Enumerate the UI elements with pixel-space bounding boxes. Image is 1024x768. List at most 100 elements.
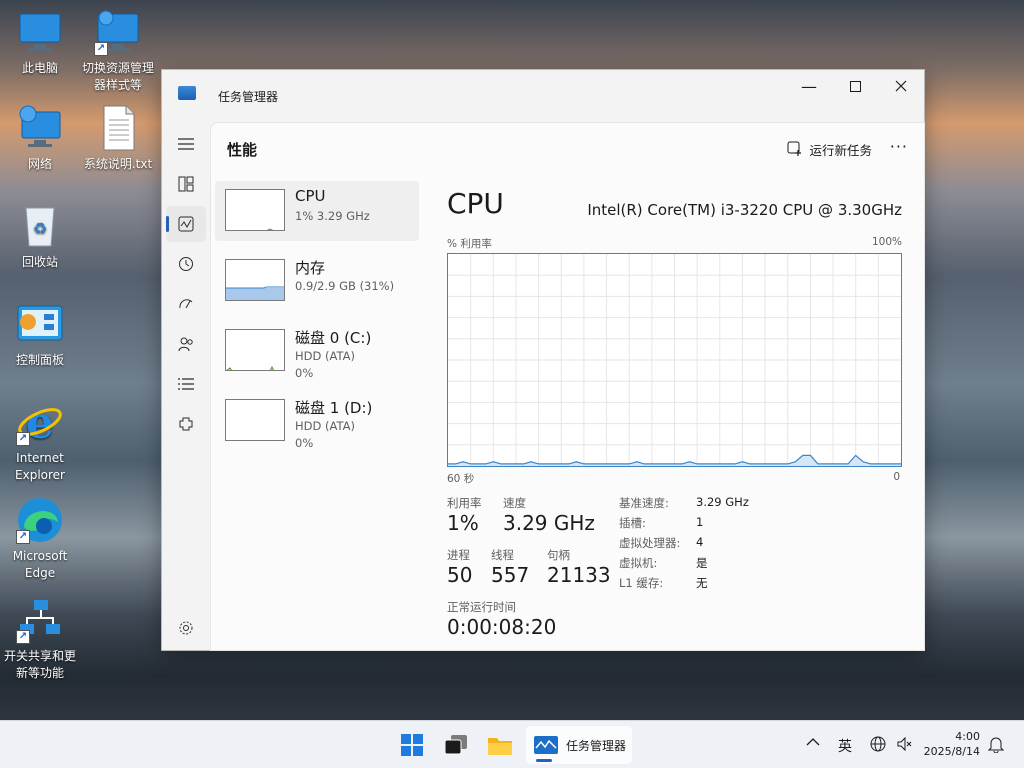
cpu-utilization-graph bbox=[447, 253, 902, 467]
details-icon bbox=[178, 378, 194, 390]
svg-text:♻: ♻ bbox=[33, 219, 47, 238]
startup-icon bbox=[179, 299, 193, 309]
more-options-button[interactable]: ··· bbox=[890, 137, 908, 156]
desktop-icon-sharing[interactable]: ↗ 开关共享和更新等功能 bbox=[0, 596, 80, 682]
x-axis-right: 0 bbox=[893, 471, 900, 483]
nav-app-history[interactable] bbox=[166, 246, 206, 282]
input-method-indicator[interactable]: 英 bbox=[838, 736, 852, 756]
desktop-icon-label: 控制面板 bbox=[15, 353, 64, 367]
perf-item-usage: 0% bbox=[295, 366, 314, 380]
nav-performance[interactable] bbox=[166, 206, 206, 242]
computer-icon bbox=[16, 8, 64, 56]
network-status-button[interactable] bbox=[870, 736, 886, 756]
cpu-model: Intel(R) Core(TM) i3-3220 CPU @ 3.30GHz bbox=[587, 201, 902, 219]
spec-sockets-key: 插槽: bbox=[619, 516, 646, 530]
spec-sockets-value: 1 bbox=[696, 515, 704, 529]
show-hidden-icons-button[interactable] bbox=[806, 735, 820, 751]
speed-value: 3.29 GHz bbox=[503, 511, 595, 535]
nav-startup-apps[interactable] bbox=[166, 286, 206, 322]
perf-item-type: HDD (ATA) bbox=[295, 349, 355, 363]
desktop-icon-network[interactable]: 网络 bbox=[0, 104, 80, 173]
perf-item-disk-0[interactable]: 磁盘 0 (C:) HDD (ATA) 0% bbox=[215, 321, 419, 381]
perf-item-name: 磁盘 1 (D:) bbox=[295, 399, 373, 417]
desktop-icon-edge[interactable]: ↗ Microsoft Edge bbox=[0, 496, 80, 582]
perf-item-usage: 0% bbox=[295, 436, 314, 450]
shortcut-arrow-icon: ↗ bbox=[16, 630, 30, 644]
perf-item-name: CPU bbox=[295, 187, 326, 205]
taskbar-app-task-manager[interactable]: 任务管理器 bbox=[526, 726, 632, 764]
windows-logo-icon bbox=[401, 734, 423, 756]
history-icon bbox=[179, 257, 193, 271]
desktop-icon-explorer-style[interactable]: ↗ 切换资源管理器样式等 bbox=[78, 8, 158, 94]
desktop-icon-label: Internet Explorer bbox=[15, 451, 65, 482]
disk0-thumbnail-graph bbox=[225, 329, 285, 371]
detail-title: CPU bbox=[447, 187, 504, 220]
perf-item-disk-1[interactable]: 磁盘 1 (D:) HDD (ATA) 0% bbox=[215, 391, 419, 451]
task-view-button[interactable] bbox=[436, 729, 476, 761]
perf-item-cpu[interactable]: CPU 1% 3.29 GHz bbox=[215, 181, 419, 241]
nav-details[interactable] bbox=[166, 366, 206, 402]
processes-label: 进程 bbox=[447, 548, 470, 562]
nav-users[interactable] bbox=[166, 326, 206, 362]
start-button[interactable] bbox=[392, 729, 432, 761]
volume-button[interactable] bbox=[896, 736, 912, 756]
text-file-icon bbox=[94, 104, 142, 152]
shortcut-arrow-icon: ↗ bbox=[16, 530, 30, 544]
folder-icon bbox=[488, 738, 512, 755]
utilization-label: 利用率 bbox=[447, 496, 482, 510]
title-bar[interactable]: 任务管理器 — bbox=[162, 70, 924, 106]
nav-processes[interactable] bbox=[166, 166, 206, 202]
threads-label: 线程 bbox=[491, 548, 514, 562]
services-icon bbox=[179, 417, 193, 431]
cpu-detail-panel: CPU Intel(R) Core(TM) i3-3220 CPU @ 3.30… bbox=[447, 181, 902, 641]
cpu-thumbnail-graph bbox=[225, 189, 285, 231]
users-icon bbox=[178, 337, 193, 352]
content-header: 性能 运行新任务 ··· bbox=[211, 123, 924, 175]
new-task-icon bbox=[787, 141, 802, 156]
globe-icon bbox=[870, 736, 886, 752]
notification-bell-icon bbox=[987, 737, 1005, 754]
notification-button[interactable] bbox=[987, 735, 1005, 757]
task-view-icon bbox=[445, 735, 467, 755]
perf-item-name: 磁盘 0 (C:) bbox=[295, 329, 372, 347]
perf-item-memory[interactable]: 内存 0.9/2.9 GB (31%) bbox=[215, 251, 419, 311]
clock-time: 4:00 bbox=[955, 730, 980, 743]
settings-button[interactable] bbox=[166, 610, 206, 646]
threads-value: 557 bbox=[491, 563, 530, 587]
processes-icon bbox=[178, 176, 194, 192]
spec-vcpu-key: 虚拟处理器: bbox=[619, 536, 681, 550]
spec-vcpu-value: 4 bbox=[696, 535, 704, 549]
maximize-button[interactable] bbox=[832, 70, 878, 102]
desktop-icon-this-pc[interactable]: 此电脑 bbox=[0, 8, 80, 77]
desktop-icon-readme[interactable]: 系统说明.txt bbox=[78, 104, 158, 173]
desktop-icon-recycle-bin[interactable]: ♻ 回收站 bbox=[0, 202, 80, 271]
close-button[interactable] bbox=[878, 70, 924, 102]
task-manager-logo-icon bbox=[178, 86, 196, 100]
utilization-value: 1% bbox=[447, 511, 479, 535]
network-sharing-icon: ↗ bbox=[16, 596, 64, 644]
desktop-icon-label: Microsoft Edge bbox=[12, 549, 68, 580]
minimize-button[interactable]: — bbox=[786, 70, 832, 102]
speed-label: 速度 bbox=[503, 496, 526, 510]
window-title: 任务管理器 bbox=[218, 90, 279, 104]
disk1-thumbnail-graph bbox=[225, 399, 285, 441]
run-new-task-button[interactable]: 运行新任务 bbox=[787, 137, 872, 161]
desktop-icon-label: 系统说明.txt bbox=[83, 157, 153, 171]
processes-value: 50 bbox=[447, 563, 473, 587]
desktop-icon-label: 此电脑 bbox=[21, 61, 58, 75]
hamburger-menu-button[interactable] bbox=[166, 126, 206, 162]
perf-item-type: HDD (ATA) bbox=[295, 419, 355, 433]
desktop-icon-internet-explorer[interactable]: e ↗ Internet Explorer bbox=[0, 398, 80, 484]
spec-vm-key: 虚拟机: bbox=[619, 556, 658, 570]
perf-item-sub: HDD (ATA) 0% bbox=[295, 348, 355, 382]
memory-thumbnail-graph bbox=[225, 259, 285, 301]
nav-services[interactable] bbox=[166, 406, 206, 442]
shortcut-arrow-icon: ↗ bbox=[94, 42, 108, 56]
file-explorer-button[interactable] bbox=[480, 729, 520, 761]
desktop-icon-control-panel[interactable]: 控制面板 bbox=[0, 300, 80, 369]
spec-base-speed-value: 3.29 GHz bbox=[696, 495, 749, 509]
computer-shortcut-icon: ↗ bbox=[94, 8, 142, 56]
clock[interactable]: 4:00 2025/8/14 bbox=[924, 729, 980, 759]
page-title: 性能 bbox=[227, 141, 258, 159]
performance-icon bbox=[178, 216, 194, 232]
